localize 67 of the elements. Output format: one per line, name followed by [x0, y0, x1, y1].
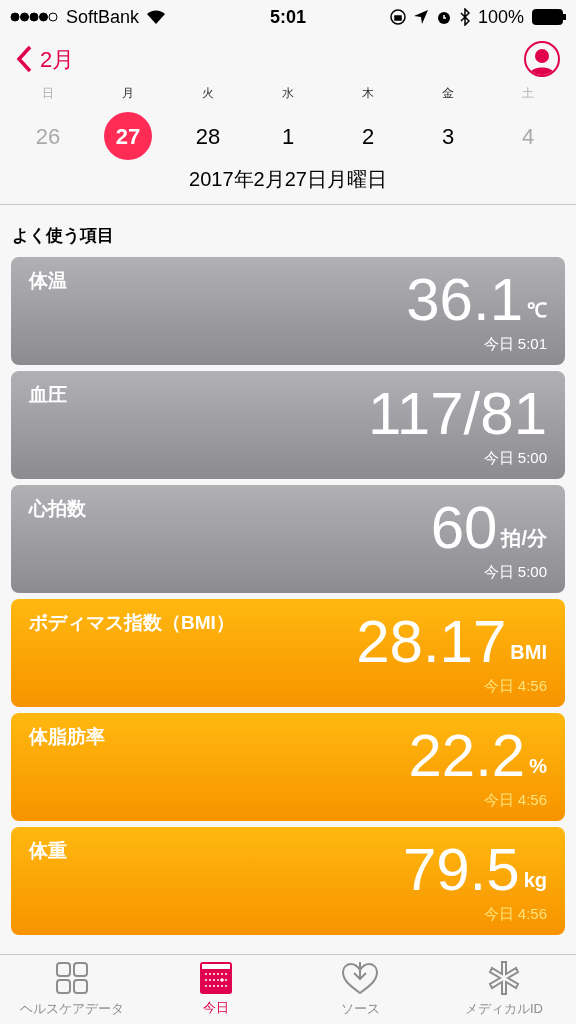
back-button[interactable]: 2月	[16, 42, 75, 76]
tab-bar-item[interactable]: ソース	[288, 955, 432, 1024]
calendar-day[interactable]: 26	[24, 112, 72, 160]
weekday-label: 土	[522, 85, 534, 102]
measurement-time: 今日 4:56	[483, 675, 547, 696]
measurement-value: 79.5	[402, 836, 520, 903]
clock-time: 5:01	[270, 5, 306, 29]
grid-icon	[55, 960, 89, 995]
health-card[interactable]: 体脂肪率 22.2% 今日 4:56	[11, 712, 565, 821]
alarm-clock-icon	[435, 9, 452, 25]
health-card[interactable]: 体温 36.1℃ 今日 5:01	[11, 256, 565, 365]
tab-bar-item[interactable]: メディカルID	[432, 955, 576, 1024]
card-title: ボディマス指数（BMI）	[29, 610, 235, 635]
calendar-day[interactable]: 2	[344, 112, 392, 160]
measurement-time: 今日 4:56	[483, 789, 547, 810]
weekday-label: 月	[122, 85, 134, 102]
selected-date: 2017年2月27日月曜日	[189, 167, 387, 192]
calendar-day[interactable]: 1	[264, 112, 312, 160]
measurement-time: 今日 5:01	[483, 333, 547, 354]
measurement-value: 22.2	[408, 722, 526, 789]
bluetooth-icon	[459, 8, 470, 26]
battery-percent: 100%	[477, 5, 524, 29]
chevron-left-icon	[16, 45, 32, 73]
calendar-day[interactable]: 27	[104, 112, 152, 160]
location-arrow-icon	[413, 10, 428, 24]
heart-download-icon	[341, 960, 379, 995]
rotation-lock-icon	[389, 9, 406, 25]
wifi-icon	[147, 10, 166, 24]
profile-button[interactable]	[524, 41, 560, 77]
calendar-icon	[200, 961, 232, 994]
tab-bar-item[interactable]: 今日	[144, 955, 288, 1024]
person-silhouette-icon	[529, 47, 555, 75]
signal-icon	[10, 12, 58, 22]
measurement-unit: BMI	[510, 639, 547, 665]
card-title: 体重	[29, 838, 67, 863]
measurement-time: 今日 5:00	[483, 447, 547, 468]
calendar-day[interactable]: 3	[424, 112, 472, 160]
battery-icon	[532, 9, 566, 25]
measurement-value: 117/81	[367, 380, 547, 447]
card-title: 体温	[29, 268, 67, 293]
measurement-value: 36.1	[406, 266, 523, 333]
weekday-label: 木	[362, 85, 374, 102]
health-card[interactable]: 心拍数 60 拍/分 今日 5:00	[11, 484, 565, 593]
measurement-time: 今日 4:56	[483, 903, 547, 924]
health-card[interactable]: 血圧 117/81 今日 5:00	[11, 370, 565, 479]
weekday-label: 金	[442, 85, 454, 102]
section-title: よく使う項目	[12, 226, 114, 245]
health-card[interactable]: 体重 79.5 kg 今日 4:56	[11, 826, 565, 935]
measurement-value: 28.17	[356, 608, 507, 675]
asterisk-icon	[487, 960, 521, 995]
card-title: 体脂肪率	[29, 724, 105, 749]
measurement-unit: kg	[523, 867, 547, 893]
carrier-name: SoftBank	[66, 5, 140, 29]
weekday-label: 水	[282, 85, 294, 102]
tab-bar-item[interactable]: ヘルスケアデータ	[0, 955, 144, 1024]
weekday-label: 日	[42, 85, 54, 102]
measurement-unit: 拍/分	[501, 525, 547, 551]
measurement-time: 今日 5:00	[483, 561, 547, 582]
calendar-day[interactable]: 4	[504, 112, 552, 160]
measurement-unit: %	[529, 753, 547, 779]
weekday-label: 火	[202, 85, 214, 102]
measurement-unit: ℃	[527, 297, 547, 323]
health-card[interactable]: ボディマス指数（BMI） 28.17 BMI 今日 4:56	[11, 598, 565, 707]
card-title: 血圧	[29, 382, 67, 407]
card-title: 心拍数	[29, 496, 86, 521]
measurement-value: 60	[430, 494, 498, 561]
calendar-day[interactable]: 28	[184, 112, 232, 160]
